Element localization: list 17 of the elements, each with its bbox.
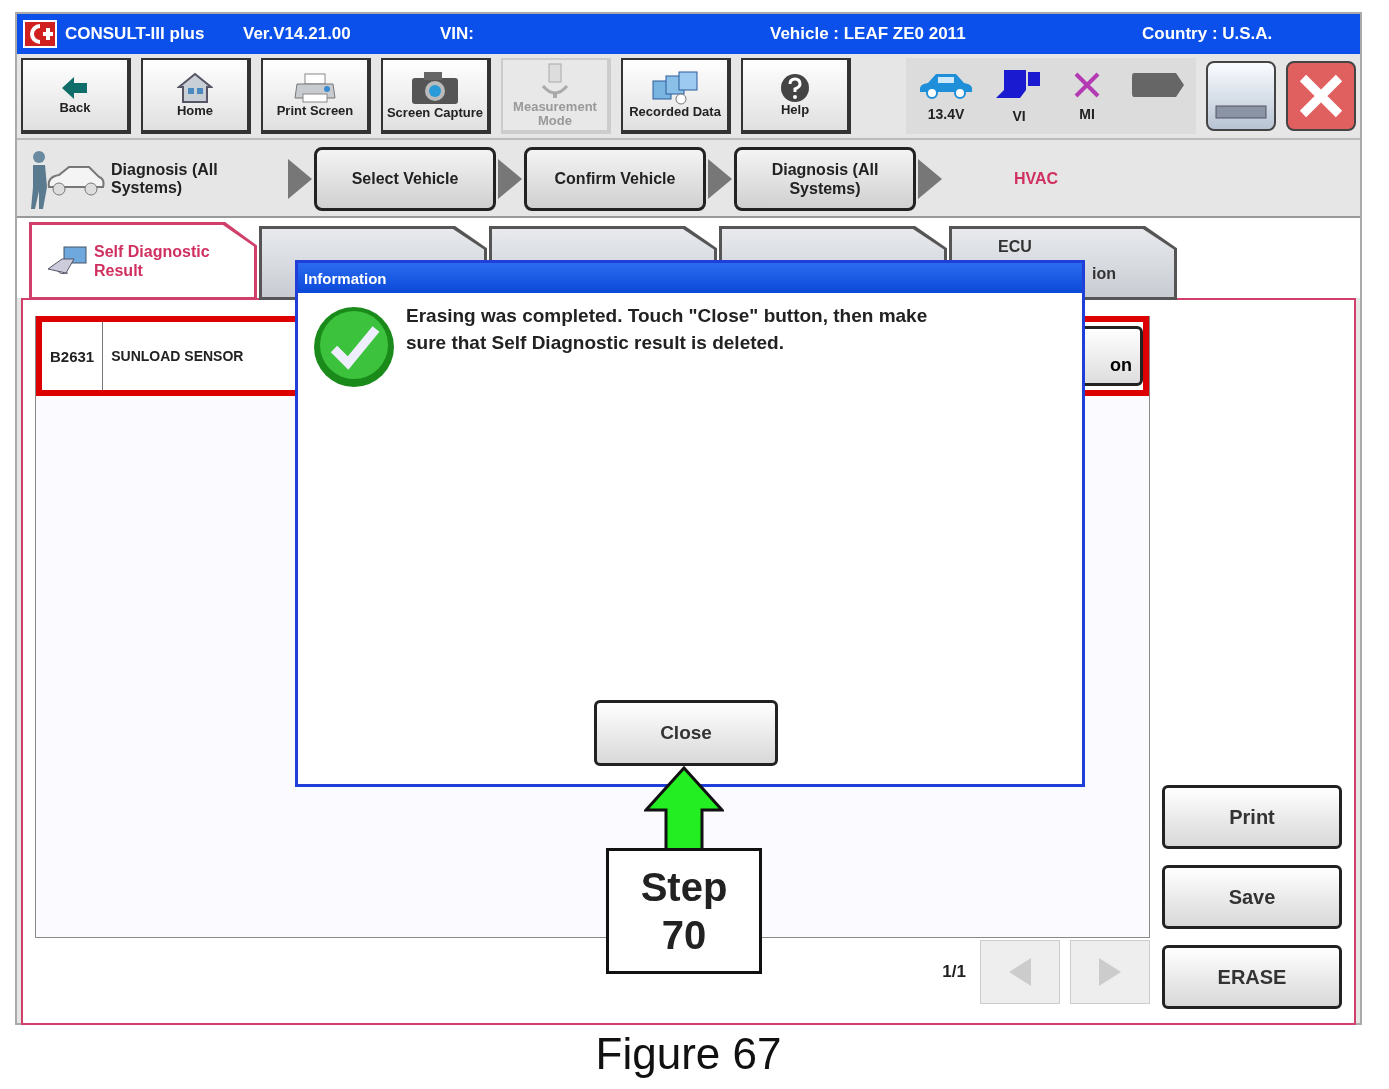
- country-label: Country : U.S.A.: [1142, 24, 1273, 44]
- page-indicator: 1/1: [942, 962, 966, 982]
- system-label: HVAC: [1014, 170, 1059, 188]
- vehicle-label: Vehicle : LEAF ZE0 2011: [770, 24, 967, 44]
- figure-caption: Figure 67: [595, 1029, 782, 1078]
- vin-label: VIN:: [440, 24, 475, 44]
- dtc-name: SUNLOAD SENSOR: [110, 347, 245, 366]
- status-label: VI: [1012, 108, 1026, 124]
- status-label: MI: [1079, 106, 1095, 122]
- version-label: Ver.V14.21.00: [243, 24, 352, 44]
- dialog-message: Erasing was completed. Touch "Close" button, then make sure that Self Diagnostic result is deleted.: [406, 304, 929, 355]
- dialog-title: Information: [298, 263, 1082, 293]
- dtc-code: B2631: [42, 322, 104, 390]
- app-name: CONSULT-III plus: [65, 24, 206, 44]
- status-label: 13.4V: [927, 106, 965, 122]
- step-callout: Step 70: [606, 848, 762, 974]
- breadcrumb-label: Diagnosis (All Systems): [111, 161, 219, 197]
